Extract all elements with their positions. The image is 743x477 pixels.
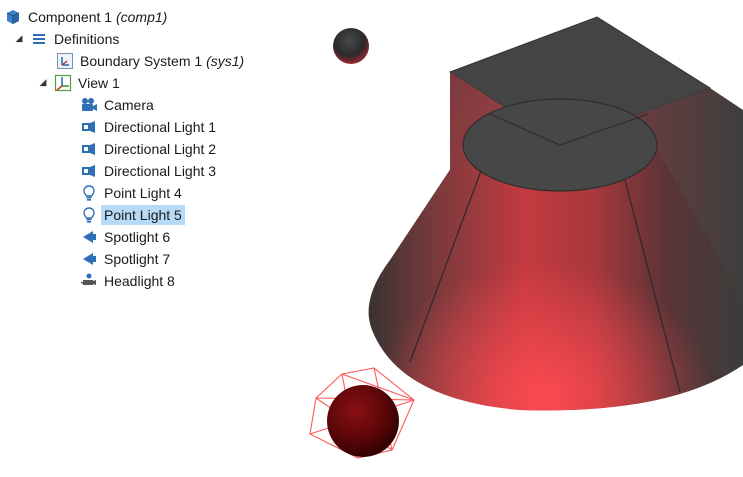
point-light-4-glyph[interactable]	[333, 28, 369, 64]
tree-node-point-light-5[interactable]: Point Light 5	[80, 204, 185, 225]
spotlight-icon	[80, 250, 98, 268]
spotlight-7-label: Spotlight 7	[104, 250, 171, 267]
tree-node-camera[interactable]: Camera	[80, 94, 157, 115]
directional-light-icon	[80, 140, 98, 158]
tree-node-boundary-system[interactable]: Boundary System 1 (sys1)	[56, 50, 247, 71]
tree-node-directional-light-2[interactable]: Directional Light 2	[80, 138, 219, 159]
camera-label: Camera	[104, 96, 154, 113]
definitions-list-icon	[30, 30, 48, 48]
boundary-system-label: Boundary System 1	[80, 52, 203, 69]
component-label: Component 1	[28, 8, 113, 25]
directional-light-3-label: Directional Light 3	[104, 162, 217, 179]
point-light-5-glyph[interactable]	[309, 367, 415, 459]
point-light-bulb-icon	[80, 184, 98, 202]
camera-icon	[80, 96, 98, 114]
spotlight-6-label: Spotlight 6	[104, 228, 171, 245]
tree-node-directional-light-3[interactable]: Directional Light 3	[80, 160, 219, 181]
expand-toggle-view[interactable]: ◢	[38, 77, 48, 87]
expand-toggle-definitions[interactable]: ◢	[14, 33, 24, 43]
tree-node-directional-light-1[interactable]: Directional Light 1	[80, 116, 219, 137]
component-cube-icon	[4, 8, 22, 26]
boundary-system-tag: (sys1)	[206, 52, 245, 69]
tree-node-component[interactable]: Component 1 (comp1)	[4, 6, 170, 27]
graphics-viewport[interactable]	[290, 0, 743, 477]
tree-node-spotlight-6[interactable]: Spotlight 6	[80, 226, 173, 247]
view-label: View 1	[78, 74, 120, 91]
point-light-bulb-icon	[80, 206, 98, 224]
tree-node-definitions[interactable]: Definitions	[30, 28, 122, 49]
boundary-system-icon	[56, 52, 74, 70]
headlight-8-label: Headlight 8	[104, 272, 175, 289]
tree-node-view[interactable]: View 1	[54, 72, 123, 93]
directional-light-2-label: Directional Light 2	[104, 140, 217, 157]
point-light-4-label: Point Light 4	[104, 184, 182, 201]
point-light-5-label: Point Light 5	[101, 204, 185, 225]
definitions-label: Definitions	[54, 30, 120, 47]
directional-light-icon	[80, 162, 98, 180]
tree-node-headlight-8[interactable]: Headlight 8	[80, 270, 178, 291]
view-axes-icon	[54, 74, 72, 92]
tree-node-spotlight-7[interactable]: Spotlight 7	[80, 248, 173, 269]
directional-light-icon	[80, 118, 98, 136]
spotlight-icon	[80, 228, 98, 246]
directional-light-1-label: Directional Light 1	[104, 118, 217, 135]
tree-node-point-light-4[interactable]: Point Light 4	[80, 182, 185, 203]
component-tag: (comp1)	[115, 8, 168, 25]
headlight-icon	[80, 272, 98, 290]
